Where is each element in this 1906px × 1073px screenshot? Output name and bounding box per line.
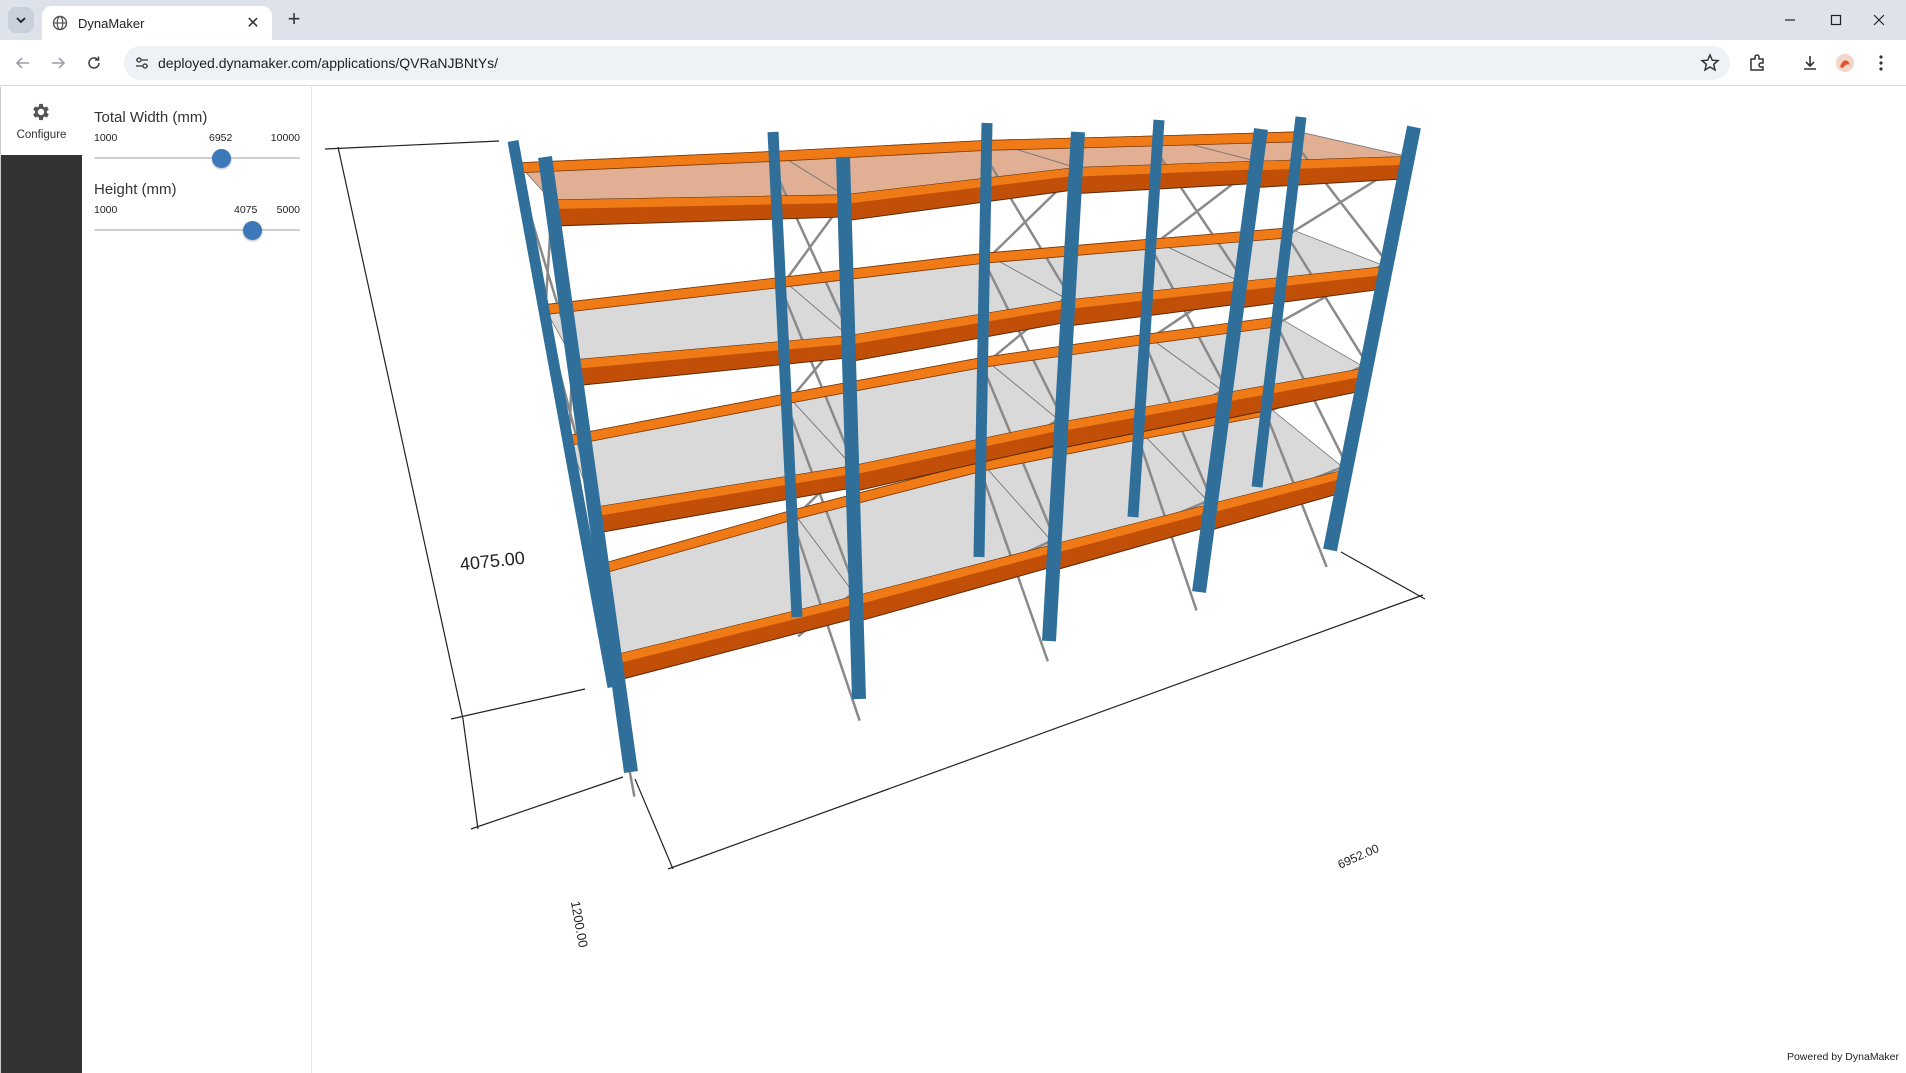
total-width-parameter: Total Width (mm) 1000 6952 10000 — [94, 109, 300, 170]
dimension-extension-line — [634, 778, 674, 870]
maximize-icon — [1830, 14, 1842, 26]
browser-tab[interactable]: DynaMaker ✕ — [42, 6, 272, 40]
total-width-label: Total Width (mm) — [94, 109, 208, 126]
rack-model[interactable]: 4075.00 1200.00 6952.00 — [313, 87, 1906, 1073]
configurator-panel: Total Width (mm) 1000 6952 10000 Height … — [82, 87, 312, 1073]
3d-viewport[interactable]: 4075.00 1200.00 6952.00 Powered by DynaM… — [313, 87, 1906, 1073]
total-width-ticks: 1000 6952 10000 — [94, 132, 300, 146]
configure-tab[interactable]: Configure — [1, 87, 82, 155]
more-vert-icon — [1879, 55, 1883, 71]
dimension-depth-line — [462, 718, 479, 830]
side-rail: Configure — [1, 87, 82, 1073]
dimension-extension-line — [450, 688, 586, 720]
dimension-depth-label: 1200.00 — [568, 900, 591, 949]
powered-by-text: Powered by DynaMaker — [1786, 1051, 1899, 1063]
browser-toolbar: deployed.dynamaker.com/applications/QVRa… — [0, 40, 1906, 86]
gear-icon — [33, 103, 49, 121]
globe-icon — [52, 15, 68, 31]
height-parameter: Height (mm) 1000 4075 5000 — [94, 181, 300, 242]
total-width-value: 6952 — [209, 132, 233, 144]
tab-close-icon[interactable]: ✕ — [244, 13, 262, 33]
profile-avatar[interactable] — [1834, 52, 1856, 74]
address-bar[interactable]: deployed.dynamaker.com/applications/QVRa… — [124, 46, 1730, 80]
app-root: Configure Total Width (mm) 1000 6952 100… — [0, 87, 1906, 1073]
dimension-extension-line — [324, 140, 500, 150]
close-window-button[interactable] — [1852, 0, 1906, 40]
downloads-button[interactable] — [1799, 52, 1821, 74]
dimension-extension-line — [470, 776, 624, 830]
extensions-button[interactable] — [1746, 52, 1768, 74]
new-tab-button[interactable]: + — [282, 8, 306, 32]
total-width-max: 10000 — [270, 132, 300, 144]
height-value: 4075 — [234, 204, 258, 216]
arrow-left-icon — [15, 57, 29, 69]
height-ticks: 1000 4075 5000 — [94, 204, 300, 218]
reload-button[interactable] — [81, 50, 107, 76]
height-slider-thumb[interactable] — [243, 221, 263, 240]
tab-strip: DynaMaker ✕ + — [0, 0, 1906, 40]
dimension-width-label: 6952.00 — [1336, 841, 1382, 872]
tab-search-button[interactable] — [8, 7, 34, 33]
dimension-height-label: 4075.00 — [459, 548, 526, 575]
minimize-icon — [1785, 19, 1795, 21]
total-width-slider[interactable] — [94, 146, 300, 170]
configure-label: Configure — [16, 129, 67, 141]
total-width-slider-track[interactable] — [94, 157, 300, 159]
total-width-min: 1000 — [94, 132, 118, 144]
arrow-right-icon — [52, 57, 66, 69]
bookmark-star-icon[interactable] — [1700, 53, 1720, 73]
reload-icon — [88, 56, 100, 69]
url-text[interactable]: deployed.dynamaker.com/applications/QVRa… — [158, 55, 498, 71]
total-width-slider-thumb[interactable] — [212, 149, 232, 168]
tab-title: DynaMaker — [78, 15, 145, 31]
forward-button[interactable] — [45, 50, 71, 76]
height-min: 1000 — [94, 204, 118, 216]
avatar-icon — [1836, 54, 1854, 72]
height-slider-track[interactable] — [94, 229, 300, 231]
height-slider[interactable] — [94, 218, 300, 242]
dimension-extension-line — [1340, 551, 1426, 600]
height-max: 5000 — [276, 204, 300, 216]
download-icon — [1804, 56, 1816, 70]
height-label: Height (mm) — [94, 181, 177, 198]
back-button[interactable] — [10, 50, 36, 76]
front-upright — [1323, 125, 1421, 552]
site-settings-icon[interactable] — [134, 55, 150, 71]
dimension-height-line — [337, 146, 464, 720]
close-icon — [1873, 14, 1885, 26]
browser-menu-button[interactable] — [1870, 52, 1892, 74]
chevron-down-icon — [16, 17, 26, 24]
puzzle-icon — [1750, 54, 1764, 71]
